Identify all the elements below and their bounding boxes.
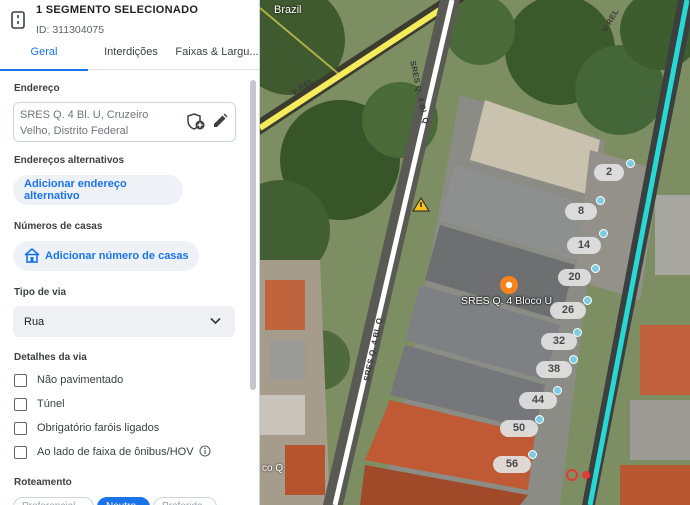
- house-number-marker[interactable]: 2: [594, 164, 624, 181]
- checkbox[interactable]: [14, 445, 27, 459]
- house-number-marker[interactable]: 14: [567, 237, 601, 254]
- panel-scrollbar[interactable]: [250, 80, 256, 390]
- checkbox-label: Ao lado de faixa de ônibus/HOV: [37, 446, 194, 458]
- address-field[interactable]: SRES Q. 4 Bl. U, Cruzeiro Velho, Distrit…: [13, 102, 236, 142]
- checkbox[interactable]: [14, 421, 27, 435]
- house-number-marker[interactable]: 44: [519, 392, 557, 409]
- house-number-marker[interactable]: 32: [541, 333, 577, 350]
- house-number-marker[interactable]: 8: [565, 203, 597, 220]
- house-number-dot[interactable]: [569, 355, 578, 364]
- info-icon[interactable]: [198, 444, 211, 460]
- segment-edit-panel: 1 SEGMENTO SELECIONADO ID: 311304075 Ger…: [0, 0, 260, 505]
- map-label-fragment: co Q: [262, 463, 284, 474]
- house-number-dot[interactable]: [535, 415, 544, 424]
- house-icon: [23, 247, 45, 266]
- checkbox-tunnel[interactable]: Túnel: [14, 396, 65, 412]
- shield-add-icon[interactable]: [186, 113, 206, 136]
- house-number-marker[interactable]: 38: [536, 361, 572, 378]
- house-number-marker[interactable]: 20: [558, 269, 591, 286]
- routing-option-preferred[interactable]: Preferida: [153, 497, 217, 505]
- road-type-value: Rua: [24, 315, 45, 328]
- house-number-marker[interactable]: 56: [493, 456, 531, 473]
- house-numbers-label: Números de casas: [14, 221, 103, 232]
- checkbox-unpaved[interactable]: Não pavimentado: [14, 372, 123, 388]
- satellite-map[interactable]: Brazil V-REL V-REL SRES Q. 4 Bl. Q SRES …: [260, 0, 690, 505]
- house-number-dot[interactable]: [583, 296, 592, 305]
- tab-closures[interactable]: Interdições: [88, 40, 174, 70]
- pencil-icon[interactable]: [212, 113, 228, 134]
- address-label: Endereço: [14, 83, 60, 94]
- map-imagery: [260, 0, 690, 505]
- add-house-numbers-label: Adicionar número de casas: [45, 250, 189, 262]
- place-label[interactable]: SRES Q. 4 Bloco U: [461, 295, 552, 307]
- road-type-select[interactable]: Rua: [13, 306, 235, 337]
- country-label: Brazil: [274, 4, 302, 16]
- add-alt-address-button[interactable]: Adicionar endereço alternativo: [13, 175, 183, 205]
- checkbox-headlights[interactable]: Obrigatório faróis ligados: [14, 420, 159, 436]
- routing-option-neutral[interactable]: Neutro: [97, 497, 150, 505]
- general-tab-content: Endereço SRES Q. 4 Bl. U, Cruzeiro Velho…: [0, 71, 248, 505]
- house-number-dot[interactable]: [553, 386, 562, 395]
- chevron-down-icon: [210, 316, 221, 328]
- road-type-label: Tipo de via: [14, 287, 67, 298]
- checkbox[interactable]: [14, 397, 27, 411]
- house-number-dot[interactable]: [573, 328, 582, 337]
- tab-general[interactable]: Geral: [0, 40, 88, 71]
- address-value: SRES Q. 4 Bl. U, Cruzeiro Velho, Distrit…: [20, 109, 149, 137]
- routing-options: Preferencial Neutro Preferida: [13, 497, 220, 505]
- house-number-dot[interactable]: [596, 196, 605, 205]
- routing-label: Roteamento: [14, 477, 72, 488]
- segment-id: ID: 311304075: [36, 24, 105, 36]
- alt-address-label: Endereços alternativos: [14, 155, 125, 166]
- house-number-marker[interactable]: 26: [550, 302, 586, 319]
- add-house-numbers-button[interactable]: Adicionar número de casas: [13, 241, 199, 271]
- checkbox-label: Obrigatório faróis ligados: [37, 422, 160, 434]
- tab-bar: Geral Interdições Faixas & Largu...: [0, 40, 259, 71]
- checkbox-label: Não pavimentado: [37, 374, 124, 386]
- road-details-label: Detalhes da via: [14, 352, 87, 363]
- place-pin-icon: [500, 276, 518, 294]
- checkbox[interactable]: [14, 373, 27, 387]
- house-number-dot[interactable]: [591, 264, 600, 273]
- house-number-dot[interactable]: [626, 159, 635, 168]
- segment-icon: [0, 2, 36, 38]
- checkbox-bus-lane[interactable]: Ao lado de faixa de ônibus/HOV: [14, 444, 211, 460]
- segment-header: 1 SEGMENTO SELECIONADO ID: 311304075: [0, 0, 259, 40]
- tab-lanes[interactable]: Faixas & Largu...: [174, 40, 259, 70]
- segment-title: 1 SEGMENTO SELECIONADO: [36, 4, 199, 16]
- house-number-dot[interactable]: [599, 229, 608, 238]
- routing-option-preferential[interactable]: Preferencial: [13, 497, 94, 505]
- house-number-marker[interactable]: 50: [500, 420, 538, 437]
- house-number-dot[interactable]: [528, 450, 537, 459]
- checkbox-label: Túnel: [37, 398, 65, 410]
